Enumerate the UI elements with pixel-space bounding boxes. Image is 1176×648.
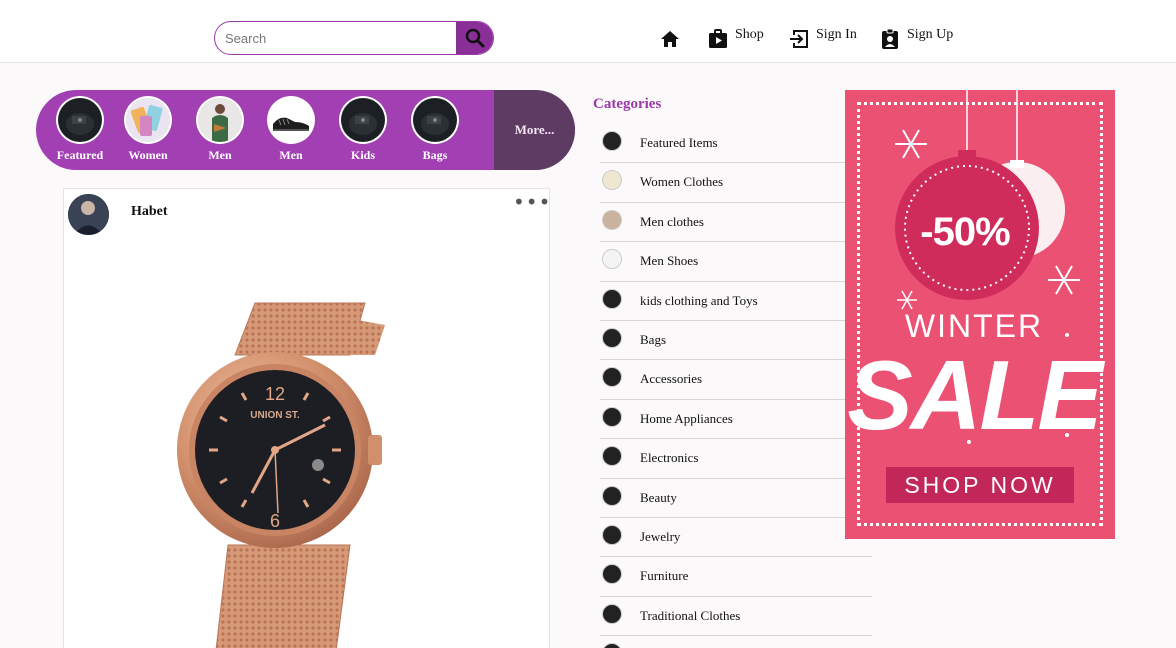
category-thumbnail	[602, 643, 622, 648]
story-featured[interactable]: Featured	[51, 96, 109, 163]
nav-home[interactable]	[659, 24, 687, 54]
story-kids[interactable]: Kids	[334, 96, 392, 163]
category-label: Accessories	[640, 371, 703, 387]
category-item[interactable]: Men clothes	[600, 203, 872, 243]
story-ring	[56, 96, 104, 144]
post-card: Habet ••• UNION ST. 12 6	[63, 188, 550, 648]
story-label: Men	[279, 148, 303, 162]
user-badge-icon	[882, 28, 898, 49]
category-label: Men Shoes	[640, 253, 699, 269]
category-label: Traditional Clothes	[640, 607, 741, 623]
story-image-cap	[341, 98, 385, 142]
ad-line-sale: SALE	[847, 340, 1102, 450]
story-label: Men	[208, 148, 232, 162]
category-item[interactable]: Traditional Clothes	[600, 597, 872, 637]
product-image-watch[interactable]: UNION ST. 12 6	[160, 295, 420, 648]
category-label: Home Appliances	[640, 410, 733, 426]
story-bags[interactable]: Bags	[406, 96, 464, 163]
category-thumbnail	[602, 603, 622, 624]
nav-shop[interactable]: Shop	[707, 24, 764, 54]
svg-text:6: 6	[270, 511, 280, 531]
watch-brand: UNION ST.	[250, 410, 300, 421]
story-label: Featured	[56, 148, 104, 162]
category-label: Men clothes	[640, 213, 704, 229]
category-label: kids clothing and Toys	[640, 292, 758, 308]
category-thumbnail	[602, 485, 622, 506]
nav-sign-in-label: Sign In	[816, 27, 857, 42]
shopping-bag-icon	[709, 29, 727, 48]
category-item[interactable]: Women Clothes	[600, 163, 872, 203]
story-ring	[411, 96, 459, 144]
story-men-shoes[interactable]: Men	[262, 96, 320, 163]
category-thumbnail	[602, 406, 622, 427]
avatar[interactable]	[68, 194, 109, 235]
category-thumbnail	[602, 327, 622, 348]
category-label: Bags	[640, 331, 666, 347]
category-thumbnail	[602, 446, 622, 467]
category-label: Featured Items	[640, 135, 718, 150]
story-image-phones	[126, 98, 170, 142]
category-item[interactable]: Beauty	[600, 479, 872, 518]
category-label: Electronics	[640, 450, 699, 466]
category-item[interactable]: Electronics	[600, 439, 872, 479]
search-input[interactable]	[215, 22, 458, 54]
category-label: Furniture	[640, 568, 689, 584]
story-ring	[124, 96, 172, 144]
category-item[interactable]	[600, 636, 872, 648]
category-strip: Featured Women Men Men Kids Bags More...	[36, 90, 575, 170]
category-thumbnail	[602, 131, 622, 151]
category-thumbnail	[602, 564, 622, 585]
categories-list: Featured Items Women Clothes Men clothes…	[600, 124, 872, 648]
story-image-cap	[58, 98, 102, 142]
nav-sign-up-label: Sign Up	[907, 27, 954, 42]
search-icon	[465, 28, 484, 48]
category-label: Jewelry	[640, 528, 681, 544]
nav-sign-in[interactable]: Sign In	[788, 24, 857, 54]
home-icon	[661, 31, 679, 47]
story-ring	[339, 96, 387, 144]
story-ring	[267, 96, 315, 144]
categories-title: Categories	[593, 96, 662, 112]
ad-discount: -50%	[920, 210, 1010, 254]
story-label: Bags	[422, 148, 448, 162]
post-username[interactable]: Habet	[131, 204, 168, 220]
svg-text:12: 12	[265, 384, 285, 404]
category-item[interactable]: Home Appliances	[600, 400, 872, 440]
category-thumbnail	[602, 524, 622, 545]
category-thumbnail	[602, 249, 622, 270]
story-label: Women	[128, 148, 168, 162]
category-item[interactable]: Accessories	[600, 360, 872, 400]
category-thumbnail	[602, 209, 622, 230]
nav-sign-up[interactable]: Sign Up	[879, 24, 953, 54]
top-header: Shop Sign In Sign Up	[0, 0, 1176, 63]
category-thumbnail	[602, 288, 622, 309]
category-item[interactable]: Featured Items	[600, 124, 872, 164]
story-image-shoes	[269, 98, 313, 142]
category-item[interactable]: kids clothing and Toys	[600, 282, 872, 321]
story-label: Kids	[350, 148, 375, 162]
category-item[interactable]: Furniture	[600, 557, 872, 597]
category-label: Women Clothes	[640, 174, 724, 190]
category-item[interactable]: Bags	[600, 321, 872, 361]
search-bar	[214, 21, 494, 55]
story-image-cap	[413, 98, 457, 142]
more-options-icon[interactable]: •••	[513, 192, 551, 212]
shop-now-button[interactable]: SHOP NOW	[886, 467, 1074, 503]
story-men[interactable]: Men	[191, 96, 249, 163]
nav-shop-label: Shop	[735, 27, 764, 42]
category-thumbnail	[602, 170, 622, 191]
category-thumbnail	[602, 367, 622, 388]
search-button[interactable]	[456, 22, 493, 54]
winter-sale-ad[interactable]: -50% WINTER SALE SHOP NOW	[845, 90, 1115, 539]
story-ring	[196, 96, 244, 144]
story-image-person	[198, 98, 242, 142]
category-label: Beauty	[640, 489, 677, 505]
category-item[interactable]: Men Shoes	[600, 242, 872, 282]
more-categories-button[interactable]: More...	[494, 90, 575, 170]
category-item[interactable]: Jewelry	[600, 518, 872, 558]
sign-in-icon	[790, 30, 808, 48]
story-women[interactable]: Women	[119, 96, 177, 163]
